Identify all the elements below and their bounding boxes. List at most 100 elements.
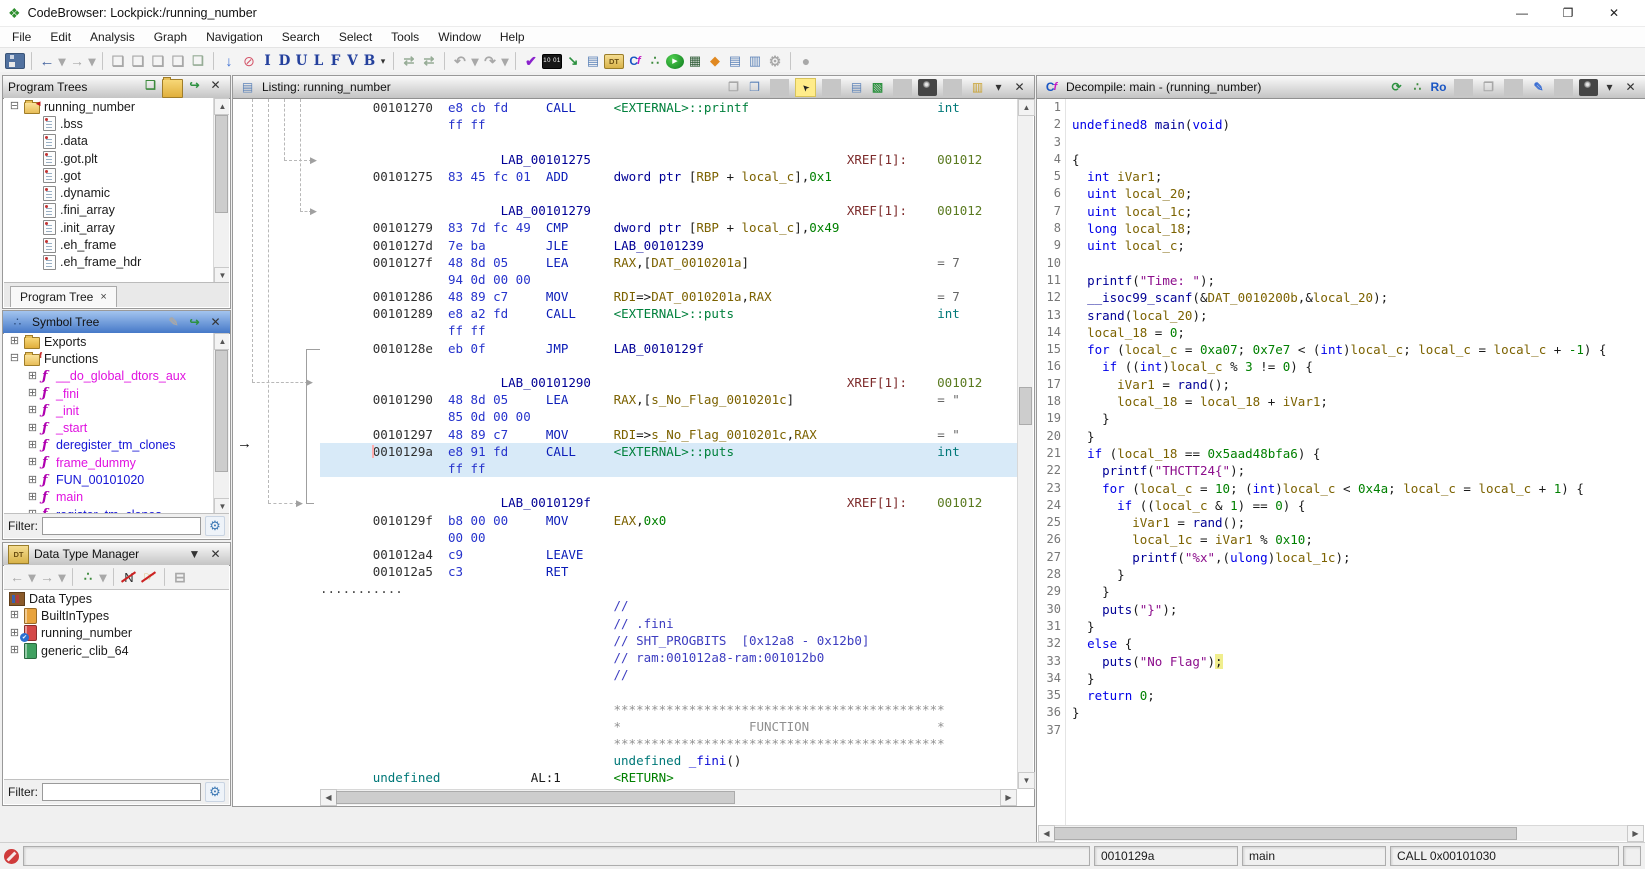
listing-row[interactable]: // [320,597,1017,614]
listing-row[interactable]: 0010128e eb 0f JMP LAB_0010129f [320,340,1017,357]
function-button[interactable]: F [328,52,343,71]
listing-row[interactable] [320,477,1017,494]
decompile-line[interactable]: 8 long local_18; [1038,220,1644,237]
listing-row[interactable]: 00101279 83 7d fc 49 CMP dword ptr [RBP … [320,219,1017,236]
new-tree-icon[interactable]: ❏ [141,76,160,93]
edit-icon[interactable]: ✎ [164,314,183,331]
decompile-line[interactable]: 32 else { [1038,635,1644,652]
listing-row[interactable]: 0010127f 48 8d 05 LEA RAX,[DAT_0010201a]… [320,254,1017,271]
clear-flow-icon[interactable]: ⊘ [240,52,258,71]
next-function-icon[interactable]: ❏ [169,52,187,71]
expand-icon[interactable] [27,388,38,399]
collapse-all-icon[interactable]: ⊟ [171,568,189,587]
decompile-line[interactable]: 1 [1038,99,1644,116]
decompile-line[interactable]: 10 [1038,255,1644,272]
byte-button[interactable]: B [362,52,377,71]
decompile-line[interactable]: 15 for (local_c = 0xa07; 0x7e7 < (int)lo… [1038,341,1644,358]
diamond-icon[interactable]: ◆ [706,52,724,71]
back-icon[interactable]: ← [8,568,26,587]
decompile-line[interactable]: 36 } [1038,704,1644,721]
redo-dropdown-icon[interactable]: ▾ [501,52,509,71]
graph-icon[interactable]: ∴ [1408,79,1427,96]
listing-row[interactable] [320,683,1017,700]
program-tree-item[interactable]: .eh_frame [4,236,229,253]
listing-row[interactable]: ****************************************… [320,701,1017,718]
copy-icon[interactable]: ❐ [724,79,743,96]
program-tree-item[interactable]: .dynamic [4,184,229,201]
extra-tool-icon[interactable]: ● [797,52,815,71]
listing-row[interactable]: 00101275 83 45 fc 01 ADD dword ptr [RBP … [320,168,1017,185]
decompile-line[interactable]: 28 } [1038,566,1644,583]
scroll-left-icon[interactable]: ◀ [320,789,337,806]
scroll-up-icon[interactable]: ▲ [214,333,229,350]
data-type-manager-icon[interactable] [604,53,624,69]
collapse-icon[interactable] [9,101,20,112]
listing-row[interactable]: 00101286 48 89 c7 MOV RDI=>DAT_0010201a,… [320,288,1017,305]
paste-icon[interactable]: ❒ [745,79,764,96]
close-icon[interactable]: ✕ [206,314,225,331]
menu-item[interactable]: Select [339,30,372,44]
listing-row[interactable]: ff ff [320,116,1017,133]
cursor-highlight-icon[interactable] [795,77,816,97]
expand-icon[interactable] [27,423,38,434]
variable-button[interactable]: V [345,52,360,71]
analysis-tool-icon[interactable]: ⚙ [766,52,784,71]
export-tree-icon[interactable]: ↪ [185,76,204,93]
decompile-line[interactable]: 18 local_18 = local_18 + iVar1; [1038,393,1644,410]
import-icon[interactable]: ↘ [564,52,582,71]
decompile-line[interactable]: 13 srand(local_20); [1038,307,1644,324]
decompile-line[interactable]: 17 iVar1 = rand(); [1038,376,1644,393]
expand-icon[interactable] [27,405,38,416]
filter-options-icon[interactable]: ⚙ [205,782,225,802]
instruction-button[interactable]: I [260,52,275,71]
decompile-line[interactable]: 16 if ((int)local_c % 3 != 0) { [1038,358,1644,375]
display-options-icon[interactable]: ▥ [968,79,987,96]
data-type-archive[interactable]: running_number [4,625,229,643]
listing-row[interactable]: 00101289 e8 a2 fd CALL <EXTERNAL>::puts … [320,305,1017,322]
tab-program-tree[interactable]: Program Tree × [10,286,117,307]
forward-icon[interactable]: → [68,52,86,71]
scroll-up-icon[interactable]: ▲ [214,98,229,115]
decompile-line[interactable]: 20 } [1038,428,1644,445]
layout-dropdown-icon[interactable]: ▾ [99,568,107,587]
symbol-tree-functions[interactable]: f Functions [4,350,229,367]
data-type-archive[interactable]: BuiltInTypes [4,607,229,624]
memory-map-icon[interactable]: ▤ [584,52,602,71]
symbol-tree-function[interactable]: main [4,489,229,506]
decompile-line[interactable]: 33 puts("No Flag"); [1038,653,1644,670]
decompile-line[interactable]: 4 { [1038,151,1644,168]
menu-item[interactable]: Navigation [206,30,263,44]
listing-row[interactable]: 85 0d 00 00 [320,408,1017,425]
scroll-right-icon[interactable]: ▶ [1627,825,1644,842]
program-tree-item[interactable]: .init_array [4,219,229,236]
decompile-line[interactable]: 12 __isoc99_scanf(&DAT_0010200b,&local_2… [1038,289,1644,306]
symbol-tree-function[interactable]: _init [4,402,229,419]
decompile-line[interactable]: 5 int iVar1; [1038,168,1644,185]
listing-row[interactable]: 0010129a e8 91 fd CALL <EXTERNAL>::puts … [320,442,1017,460]
menu-item[interactable]: Window [438,30,481,44]
expand-icon[interactable] [9,628,20,639]
listing-row[interactable]: ........... [320,580,1017,597]
decompile-line[interactable]: 30 puts("}"); [1038,601,1644,618]
decompile-horizontal-scrollbar[interactable]: ◀ ▶ [1038,825,1644,842]
scroll-thumb[interactable] [1054,827,1517,840]
display-dropdown-icon[interactable]: ▾ [989,79,1008,96]
close-icon[interactable]: ✕ [1010,79,1029,96]
expand-icon[interactable] [27,371,38,382]
scroll-left-icon[interactable]: ◀ [1038,825,1055,842]
disable-pointer-icon[interactable]: ☞ [140,568,158,587]
listing-row[interactable]: ff ff [320,459,1017,478]
ro-toggle[interactable]: Ro [1429,79,1448,96]
menu-item[interactable]: Analysis [90,30,135,44]
undo-dropdown-icon[interactable]: ▾ [471,52,479,71]
program-tree-scrollbar[interactable]: ▲ ▼ [213,98,229,284]
filter-options-icon[interactable]: ⚙ [205,516,225,536]
decompile-line[interactable]: 23 for (local_c = 10; (int)local_c < 0x4… [1038,480,1644,497]
copy-icon[interactable]: ❐ [1479,79,1498,96]
forward-dropdown-icon[interactable]: ▾ [58,568,66,587]
expand-icon[interactable] [27,492,38,503]
scroll-right-icon[interactable]: ▶ [1000,789,1017,806]
menu-item[interactable]: Edit [50,30,71,44]
close-icon[interactable]: ✕ [1621,79,1640,96]
menu-item[interactable]: Help [500,30,525,44]
